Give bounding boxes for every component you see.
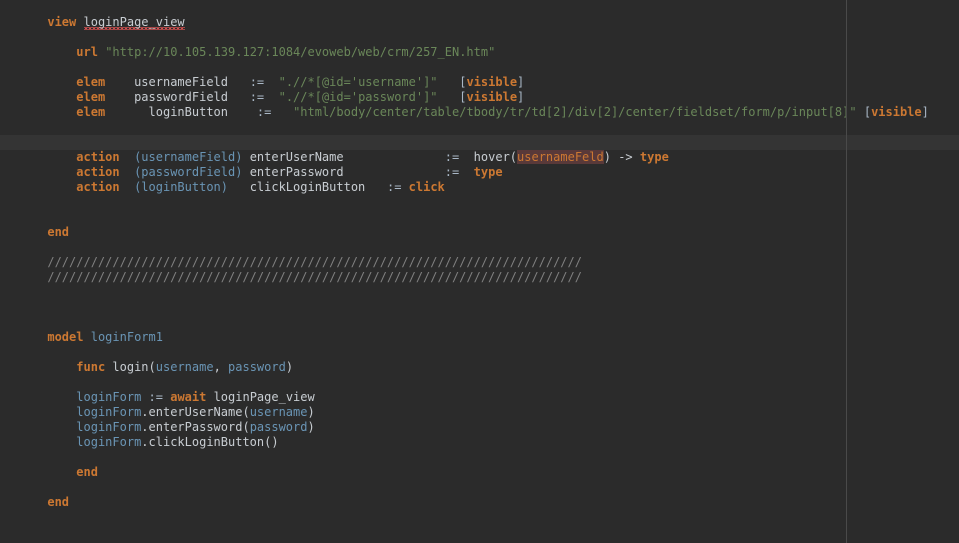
code-line-action-enterpassword[interactable]: action (passwordField) enterPassword := … <box>0 150 959 179</box>
code-line-comment-separator-2[interactable]: ////////////////////////////////////////… <box>0 255 959 284</box>
code-line-action-enterusername[interactable]: action (usernameField) enterUserName := … <box>0 135 959 164</box>
code-line-end-model[interactable]: end <box>0 480 959 509</box>
code-line-end-func[interactable]: end <box>0 450 959 479</box>
code-line-stmt-clickloginbutton[interactable]: loginForm.clickLoginButton() <box>0 420 959 449</box>
code-line-end-view[interactable]: end <box>0 210 959 239</box>
code-line-stmt-await[interactable]: loginForm := await loginPage_view <box>0 375 959 404</box>
code-editor[interactable]: view loginPage_view url "http://10.105.1… <box>0 0 959 543</box>
code-line-model-decl[interactable]: model loginForm1 <box>0 315 959 344</box>
code-line-func-decl[interactable]: func login(username, password) <box>0 345 959 374</box>
right-margin-ruler <box>846 0 847 543</box>
code-line-elem-password[interactable]: elem passwordField := ".//*[@id='passwor… <box>0 75 959 104</box>
code-line-comment-separator-1[interactable]: ////////////////////////////////////////… <box>0 240 959 269</box>
code-line-stmt-enterpassword[interactable]: loginForm.enterPassword(password) <box>0 405 959 434</box>
code-line-view-decl[interactable]: view loginPage_view <box>0 0 959 29</box>
keyword-end-model: end <box>47 495 70 509</box>
code-line-url[interactable]: url "http://10.105.139.127:1084/evoweb/w… <box>0 30 959 59</box>
code-line-action-clickloginbutton[interactable]: action (loginButton) clickLoginButton :=… <box>0 165 959 194</box>
code-line-elem-loginbutton[interactable]: elem loginButton := "html/body/center/ta… <box>0 90 959 119</box>
code-line-stmt-enterusername[interactable]: loginForm.enterUserName(username) <box>0 390 959 419</box>
code-line-elem-username[interactable]: elem usernameField := ".//*[@id='usernam… <box>0 60 959 89</box>
code-text-area[interactable]: view loginPage_view url "http://10.105.1… <box>0 0 959 509</box>
